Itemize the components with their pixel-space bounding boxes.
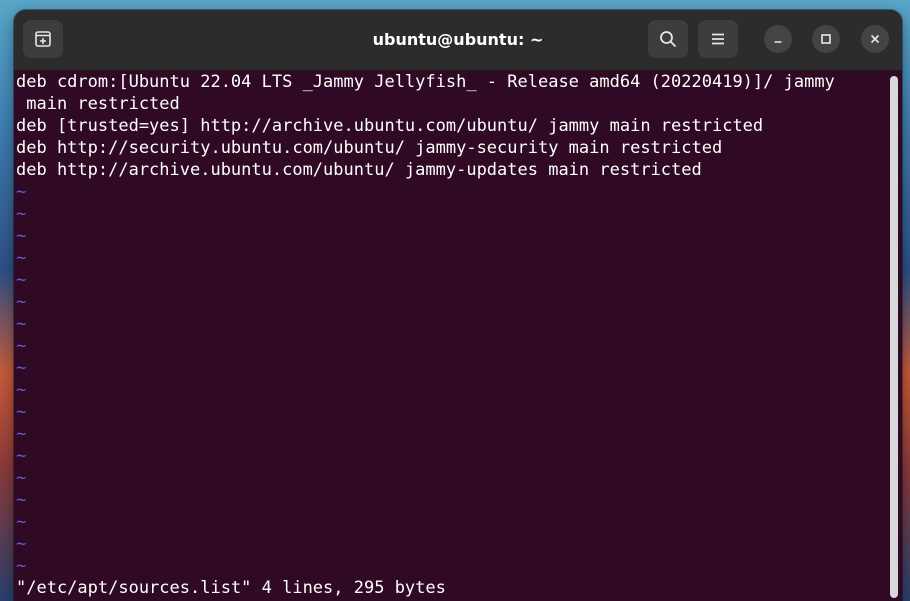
empty-line-marker: ~ [16, 270, 27, 290]
empty-line-marker: ~ [16, 424, 27, 444]
minimize-icon [772, 33, 784, 45]
text-line: main restricted [16, 94, 180, 114]
empty-line-marker: ~ [16, 380, 27, 400]
empty-line-marker: ~ [16, 248, 27, 268]
empty-line-marker: ~ [16, 204, 27, 224]
empty-line-marker: ~ [16, 468, 27, 488]
empty-line-marker: ~ [16, 512, 27, 532]
text-line: deb cdrom:[Ubuntu 22.04 LTS _Jammy Jelly… [16, 72, 835, 92]
terminal-area[interactable]: deb cdrom:[Ubuntu 22.04 LTS _Jammy Jelly… [14, 70, 886, 601]
close-icon [869, 33, 881, 45]
text-line: deb [trusted=yes] http://archive.ubuntu.… [16, 116, 764, 136]
empty-line-marker: ~ [16, 336, 27, 356]
close-button[interactable] [861, 25, 889, 53]
status-line: "/etc/apt/sources.list" 4 lines, 295 byt… [16, 578, 446, 598]
empty-line-marker: ~ [16, 402, 27, 422]
terminal-window: ubuntu@ubuntu: ~ deb cdrom:[Ubuntu 22.04… [14, 10, 902, 601]
empty-line-marker: ~ [16, 226, 27, 246]
search-icon [658, 29, 678, 49]
empty-line-marker: ~ [16, 314, 27, 334]
empty-line-marker: ~ [16, 556, 27, 576]
empty-line-marker: ~ [16, 446, 27, 466]
empty-line-marker: ~ [16, 182, 27, 202]
hamburger-menu-icon [709, 30, 727, 48]
text-line: deb http://security.ubuntu.com/ubuntu/ j… [16, 138, 723, 158]
scrollbar[interactable] [890, 76, 898, 598]
text-line: deb http://archive.ubuntu.com/ubuntu/ ja… [16, 160, 702, 180]
minimize-button[interactable] [764, 25, 792, 53]
empty-line-marker: ~ [16, 490, 27, 510]
maximize-icon [820, 33, 832, 45]
empty-line-marker: ~ [16, 534, 27, 554]
empty-line-marker: ~ [16, 292, 27, 312]
title-bar: ubuntu@ubuntu: ~ [14, 10, 902, 71]
menu-button[interactable] [698, 20, 738, 58]
empty-line-marker: ~ [16, 358, 27, 378]
maximize-button[interactable] [812, 25, 840, 53]
search-button[interactable] [648, 20, 688, 58]
